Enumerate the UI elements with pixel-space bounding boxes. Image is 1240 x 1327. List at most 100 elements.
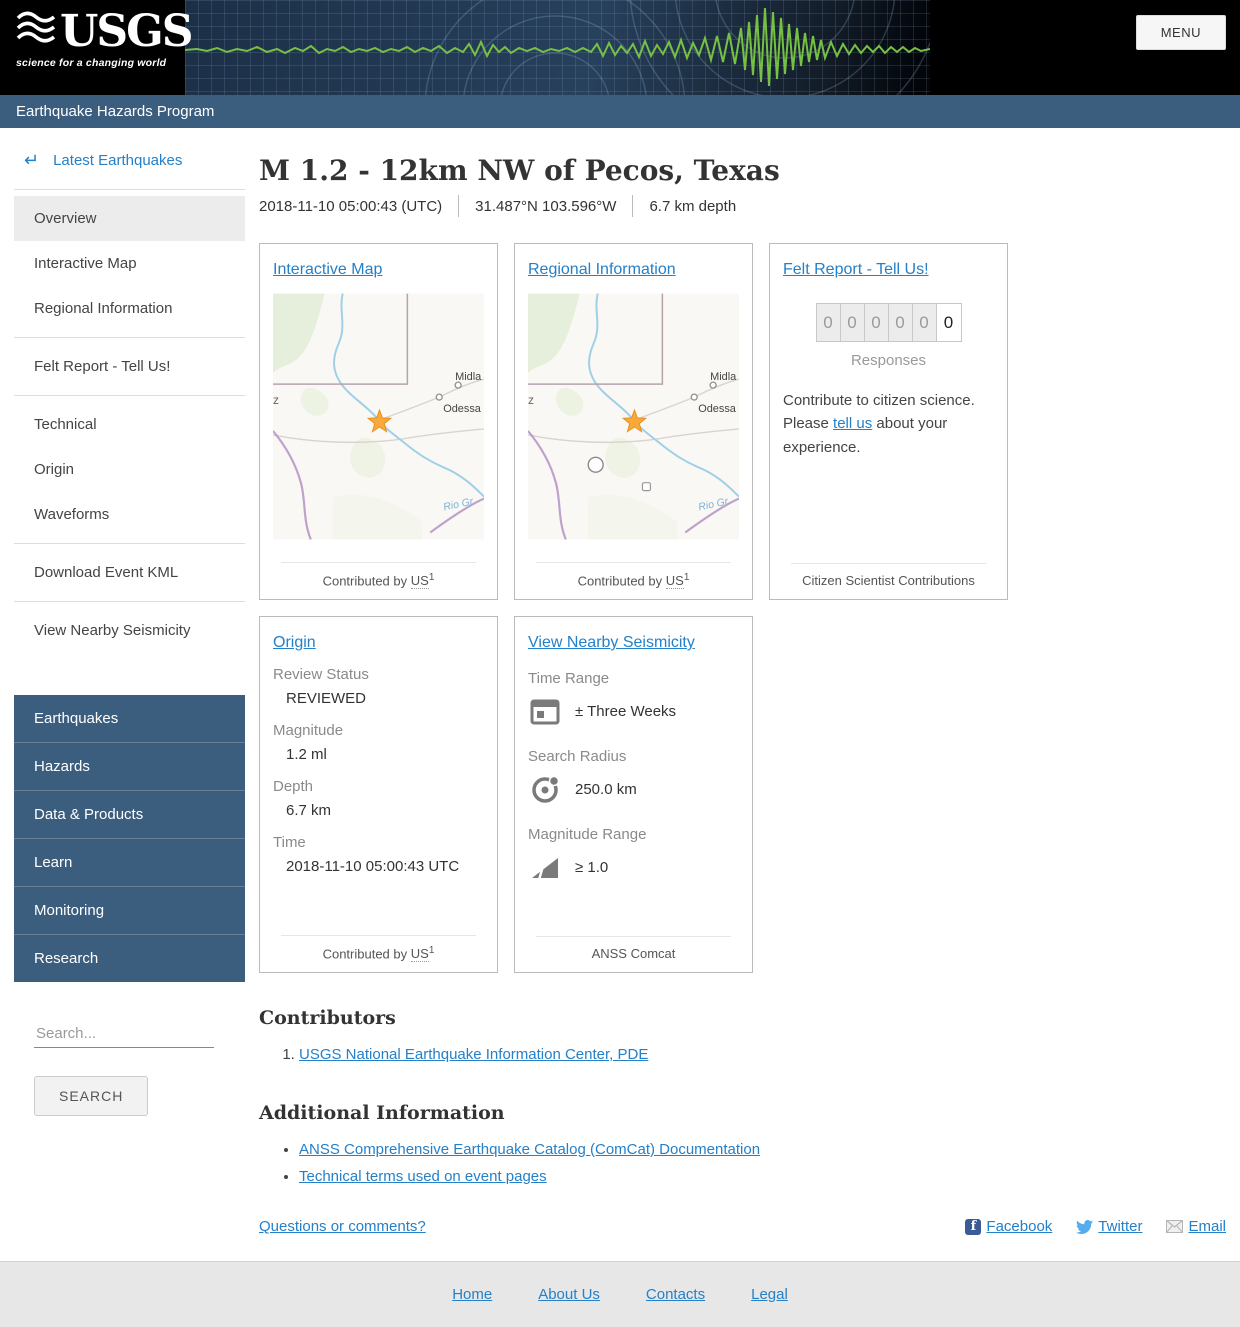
regional-map-thumbnail[interactable] bbox=[528, 293, 739, 540]
sidebar-item-view-nearby-seismicity[interactable]: View Nearby Seismicity bbox=[14, 608, 245, 653]
footer-link-home[interactable]: Home bbox=[452, 1286, 492, 1303]
card-attribution: Contributed by US1 bbox=[281, 561, 476, 589]
nav-item-monitoring[interactable]: Monitoring bbox=[14, 887, 245, 935]
sidebar-item-waveforms[interactable]: Waveforms bbox=[14, 492, 245, 537]
event-depth: 6.7 km depth bbox=[649, 197, 737, 215]
footer-link-contacts[interactable]: Contacts bbox=[646, 1286, 705, 1303]
footer-link-about-us[interactable]: About Us bbox=[538, 1286, 600, 1303]
interactive-map-link[interactable]: Interactive Map bbox=[273, 261, 382, 278]
sidebar-item-overview[interactable]: Overview bbox=[14, 196, 245, 241]
contributor-link[interactable]: US bbox=[665, 573, 684, 589]
interactive-map-thumbnail[interactable]: Midla Odessa z Rio Gr bbox=[273, 293, 484, 540]
email-icon bbox=[1166, 1220, 1184, 1233]
view-nearby-seismicity-link[interactable]: View Nearby Seismicity bbox=[528, 634, 695, 651]
sidebar-item-technical[interactable]: Technical bbox=[14, 402, 245, 447]
tell-us-link[interactable]: tell us bbox=[833, 415, 872, 432]
odometer-digit: 0 bbox=[864, 304, 889, 341]
technical-terms-link[interactable]: Technical terms used on event pages bbox=[299, 1168, 547, 1185]
contributor-neic-link[interactable]: USGS National Earthquake Information Cen… bbox=[299, 1046, 648, 1063]
search-button[interactable]: SEARCH bbox=[34, 1076, 149, 1116]
event-datetime: 2018-11-10 05:00:43 (UTC) bbox=[259, 197, 443, 215]
facebook-icon: f bbox=[965, 1218, 982, 1235]
questions-comments-link[interactable]: Questions or comments? bbox=[259, 1218, 426, 1235]
seismogram-graphic bbox=[185, 0, 930, 95]
felt-report-card: Felt Report - Tell Us! 0 0 0 0 0 0 Respo… bbox=[769, 243, 1008, 600]
sidebar-item-felt-report[interactable]: Felt Report - Tell Us! bbox=[14, 344, 245, 389]
usgs-logotype: USGS bbox=[60, 6, 193, 58]
odometer-digit: 0 bbox=[936, 304, 961, 341]
nav-item-research[interactable]: Research bbox=[14, 935, 245, 982]
magnitude-icon bbox=[532, 858, 558, 881]
felt-report-link[interactable]: Felt Report - Tell Us! bbox=[783, 261, 929, 278]
subtitle-divider bbox=[458, 195, 460, 217]
card-attribution: Contributed by US1 bbox=[281, 934, 476, 962]
interactive-map-card: Interactive Map Contributed by US1 bbox=[259, 243, 498, 600]
menu-button[interactable]: MENU bbox=[1135, 15, 1226, 50]
origin-field-magnitude: Magnitude 1.2 ml bbox=[273, 722, 344, 763]
search-radius-row: 250.0 km bbox=[530, 774, 739, 804]
list-item: Technical terms used on event pages bbox=[299, 1163, 1226, 1190]
sidebar-item-regional-information[interactable]: Regional Information bbox=[14, 286, 245, 331]
sidebar-item-download-kml[interactable]: Download Event KML bbox=[14, 550, 245, 595]
contributors-heading: Contributors bbox=[259, 1007, 396, 1029]
seismogram-banner bbox=[185, 0, 930, 95]
radius-icon bbox=[532, 775, 560, 803]
event-coordinates: 31.487°N 103.596°W bbox=[475, 197, 617, 215]
nearby-seismicity-card: View Nearby Seismicity Time Range ± Thre… bbox=[514, 616, 753, 973]
odometer-digit: 0 bbox=[888, 304, 913, 341]
list-item: ANSS Comprehensive Earthquake Catalog (C… bbox=[299, 1136, 1226, 1163]
twitter-share[interactable]: Twitter bbox=[1076, 1218, 1142, 1235]
nav-item-earthquakes[interactable]: Earthquakes bbox=[14, 695, 245, 743]
latest-earthquakes-link[interactable]: Latest Earthquakes bbox=[53, 152, 182, 169]
regional-information-link[interactable]: Regional Information bbox=[528, 261, 676, 278]
footnote-marker: 1 bbox=[428, 571, 435, 583]
sidebar-item-interactive-map[interactable]: Interactive Map bbox=[14, 241, 245, 286]
page-title: M 1.2 - 12km NW of Pecos, Texas bbox=[259, 154, 780, 187]
search-input[interactable] bbox=[34, 1020, 214, 1048]
responses-odometer: 0 0 0 0 0 0 bbox=[815, 303, 962, 342]
program-bar[interactable]: Earthquake Hazards Program bbox=[0, 95, 1240, 128]
contributor-link[interactable]: US bbox=[410, 946, 429, 962]
site-header: USGS science for a changing world MENU bbox=[0, 0, 1240, 95]
subtitle-divider bbox=[632, 195, 634, 217]
time-range-row: ± Three Weeks bbox=[530, 696, 739, 726]
site-nav: Earthquakes Hazards Data & Products Lear… bbox=[14, 695, 245, 982]
contributors-list: USGS National Earthquake Information Cen… bbox=[259, 1041, 1226, 1068]
comcat-docs-link[interactable]: ANSS Comprehensive Earthquake Catalog (C… bbox=[299, 1141, 760, 1158]
sidebar-item-origin[interactable]: Origin bbox=[14, 447, 245, 492]
usgs-logo[interactable]: USGS science for a changing world bbox=[0, 0, 193, 95]
magnitude-range-row: ≥ 1.0 bbox=[530, 852, 739, 882]
responses-label: Responses bbox=[850, 352, 927, 369]
twitter-icon bbox=[1076, 1219, 1094, 1234]
email-share[interactable]: Email bbox=[1166, 1218, 1226, 1235]
footer-link-legal[interactable]: Legal bbox=[751, 1286, 788, 1303]
sidebar: ↵ Latest Earthquakes Overview Interactiv… bbox=[14, 128, 245, 1261]
footnote-marker: 1 bbox=[428, 944, 435, 956]
feedback-row: Questions or comments? f Facebook Twitte… bbox=[259, 1218, 1226, 1261]
twitter-link[interactable]: Twitter bbox=[1098, 1218, 1142, 1235]
origin-field-review-status: Review Status REVIEWED bbox=[273, 666, 369, 707]
back-arrow-icon: ↵ bbox=[24, 150, 40, 170]
cards-grid: Interactive Map Contributed by US1 Regio… bbox=[259, 243, 1226, 973]
nearby-quake-marker bbox=[587, 456, 604, 473]
usgs-wave-icon bbox=[16, 8, 56, 53]
facebook-link[interactable]: Facebook bbox=[986, 1218, 1052, 1235]
email-link[interactable]: Email bbox=[1188, 1218, 1226, 1235]
facebook-share[interactable]: f Facebook bbox=[965, 1218, 1052, 1235]
additional-info-list: ANSS Comprehensive Earthquake Catalog (C… bbox=[259, 1136, 1226, 1190]
nav-item-data-products[interactable]: Data & Products bbox=[14, 791, 245, 839]
nav-item-hazards[interactable]: Hazards bbox=[14, 743, 245, 791]
main-content: M 1.2 - 12km NW of Pecos, Texas 2018-11-… bbox=[245, 128, 1226, 1261]
odometer-digit: 0 bbox=[840, 304, 865, 341]
event-subtitle: 2018-11-10 05:00:43 (UTC) 31.487°N 103.5… bbox=[259, 195, 1226, 217]
social-links: f Facebook Twitter Email bbox=[965, 1218, 1226, 1235]
footnote-marker: 1 bbox=[683, 571, 690, 583]
contributor-link[interactable]: US bbox=[410, 573, 429, 589]
additional-info-heading: Additional Information bbox=[259, 1102, 505, 1124]
origin-card: Origin Review Status REVIEWED Magnitude … bbox=[259, 616, 498, 973]
nav-item-learn[interactable]: Learn bbox=[14, 839, 245, 887]
origin-link[interactable]: Origin bbox=[273, 634, 316, 651]
back-link[interactable]: ↵ Latest Earthquakes bbox=[14, 128, 245, 189]
odometer-digit: 0 bbox=[816, 304, 841, 341]
regional-information-card: Regional Information Contributed by US1 bbox=[514, 243, 753, 600]
